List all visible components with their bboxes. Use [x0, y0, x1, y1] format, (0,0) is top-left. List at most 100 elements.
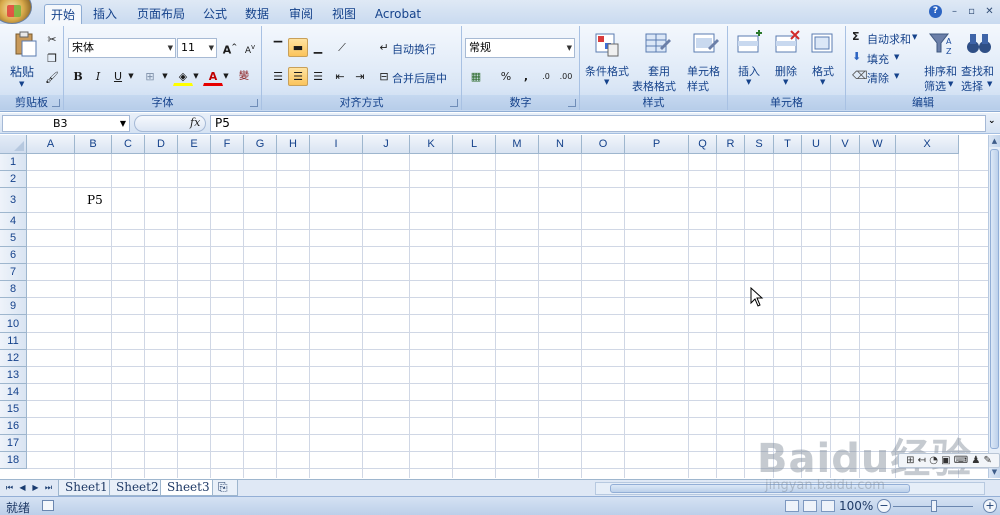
row-header-13[interactable]: 13 — [0, 367, 27, 384]
column-header-r[interactable]: R — [717, 135, 745, 154]
zoom-level[interactable]: 100% — [839, 499, 873, 513]
chevron-down-icon[interactable]: ▼ — [912, 33, 917, 41]
scroll-up-icon[interactable]: ▲ — [989, 135, 1000, 147]
macro-record-icon[interactable] — [42, 500, 54, 511]
column-header-u[interactable]: U — [802, 135, 831, 154]
format-painter-icon[interactable]: 🖌 — [42, 68, 62, 87]
increase-font-icon[interactable]: A^ — [220, 38, 240, 57]
chevron-down-icon[interactable]: ▼ — [783, 78, 788, 86]
sheet-tab-1[interactable]: Sheet1 — [58, 480, 115, 496]
tab-page-layout[interactable]: 页面布局 — [132, 4, 190, 24]
underline-dropdown-icon[interactable]: ▼ — [126, 67, 136, 86]
format-as-table-button-line2[interactable]: 表格格式 — [632, 78, 676, 94]
decrease-font-icon[interactable]: Av — [240, 38, 260, 57]
cell-styles-button-line2[interactable]: 样式 — [687, 78, 709, 94]
fill-color-dropdown-icon[interactable]: ▼ — [191, 67, 201, 86]
align-left-icon[interactable]: ☰ — [268, 67, 288, 86]
column-header-b[interactable]: B — [75, 135, 112, 154]
page-break-view-icon[interactable] — [821, 500, 835, 512]
column-header-s[interactable]: S — [745, 135, 774, 154]
wrap-text-button[interactable]: 自动换行 — [392, 41, 436, 57]
chevron-down-icon[interactable]: ▼ — [820, 78, 825, 86]
row-header-18[interactable]: 18 — [0, 452, 27, 469]
formula-input[interactable]: P5 — [210, 115, 986, 132]
paste-dropdown-icon[interactable]: ▼ — [19, 80, 24, 88]
column-header-h[interactable]: H — [277, 135, 310, 154]
column-header-j[interactable]: J — [363, 135, 410, 154]
restore-icon[interactable]: ▫ — [965, 5, 978, 18]
paste-button[interactable]: 粘贴 — [10, 63, 34, 80]
cell-styles-button-line1[interactable]: 单元格 — [687, 63, 720, 79]
italic-button[interactable]: I — [88, 67, 108, 86]
increase-indent-icon[interactable]: ⇥ — [350, 67, 370, 86]
format-cells-button[interactable]: 格式 — [812, 63, 834, 79]
tab-acrobat[interactable]: Acrobat — [372, 4, 424, 24]
clipboard-launcher-icon[interactable] — [52, 99, 60, 107]
borders-dropdown-icon[interactable]: ▼ — [160, 67, 170, 86]
alignment-launcher-icon[interactable] — [450, 99, 458, 107]
align-right-icon[interactable]: ☰ — [308, 67, 328, 86]
last-sheet-icon[interactable]: ⏭ — [43, 482, 54, 494]
font-name-select[interactable]: 宋体 ▼ — [68, 38, 176, 58]
insert-cells-button[interactable]: 插入 — [738, 63, 760, 79]
font-size-select[interactable]: 11 ▼ — [177, 38, 217, 58]
merge-center-icon[interactable]: ⊟ — [374, 67, 394, 86]
chevron-down-icon[interactable]: ▼ — [604, 78, 609, 86]
chevron-down-icon[interactable]: ▼ — [894, 72, 899, 80]
floating-toolbar[interactable]: ⊞ ↤ ◔ ▣ ⌨ ♟ ✎ — [898, 453, 1000, 468]
delete-cells-button[interactable]: 删除 — [775, 63, 797, 79]
underline-button[interactable]: U — [108, 67, 128, 86]
bold-button[interactable]: B — [68, 67, 88, 86]
row-header-10[interactable]: 10 — [0, 315, 27, 333]
row-header-7[interactable]: 7 — [0, 264, 27, 281]
phonetic-icon[interactable]: 變 — [234, 67, 254, 86]
zoom-in-icon[interactable]: + — [983, 499, 997, 513]
insert-function-icon[interactable]: fx — [190, 116, 200, 129]
sort-filter-button-line1[interactable]: 排序和 — [924, 63, 957, 79]
column-header-o[interactable]: O — [582, 135, 625, 154]
tab-home[interactable]: 开始 — [44, 4, 82, 24]
chevron-down-icon[interactable]: ▼ — [894, 53, 899, 61]
fill-button[interactable]: 填充 — [867, 51, 889, 67]
row-header-2[interactable]: 2 — [0, 171, 27, 188]
autosum-button[interactable]: 自动求和 — [867, 31, 911, 47]
column-header-e[interactable]: E — [178, 135, 211, 154]
comma-button[interactable]: , — [516, 67, 536, 86]
zoom-out-icon[interactable]: − — [877, 499, 891, 513]
vertical-scroll-thumb[interactable] — [990, 149, 999, 449]
align-center-icon[interactable]: ☰ — [288, 67, 308, 86]
decrease-indent-icon[interactable]: ⇤ — [330, 67, 350, 86]
close-icon[interactable]: ✕ — [983, 5, 996, 18]
currency-icon[interactable]: ▦ — [466, 67, 486, 86]
column-header-m[interactable]: M — [496, 135, 539, 154]
page-layout-view-icon[interactable] — [803, 500, 817, 512]
chevron-down-icon[interactable]: ▼ — [948, 80, 953, 88]
row-header-15[interactable]: 15 — [0, 401, 27, 418]
help-icon[interactable]: ? — [929, 5, 942, 18]
prev-sheet-icon[interactable]: ◀ — [17, 482, 28, 494]
decrease-decimal-icon[interactable]: .00 — [556, 67, 576, 86]
column-header-a[interactable]: A — [27, 135, 75, 154]
column-header-l[interactable]: L — [453, 135, 496, 154]
row-header-11[interactable]: 11 — [0, 333, 27, 350]
sheet-tab-3[interactable]: Sheet3 — [160, 480, 217, 496]
insert-sheet-icon[interactable]: ⎘ — [212, 480, 238, 496]
fill-color-icon[interactable]: ◈ — [173, 67, 193, 86]
column-header-c[interactable]: C — [112, 135, 145, 154]
tab-insert[interactable]: 插入 — [88, 4, 122, 24]
copy-icon[interactable]: ❐ — [42, 49, 62, 68]
column-header-f[interactable]: F — [211, 135, 244, 154]
tab-formulas[interactable]: 公式 — [199, 4, 231, 24]
column-header-d[interactable]: D — [145, 135, 178, 154]
tab-view[interactable]: 视图 — [328, 4, 360, 24]
row-header-17[interactable]: 17 — [0, 435, 27, 452]
align-middle-icon[interactable]: ▬ — [288, 38, 308, 57]
column-header-t[interactable]: T — [774, 135, 802, 154]
row-header-6[interactable]: 6 — [0, 247, 27, 264]
font-color-icon[interactable]: A — [203, 67, 223, 86]
cell-b3[interactable]: P5 — [87, 188, 112, 213]
zoom-slider-thumb[interactable] — [931, 500, 937, 512]
column-header-k[interactable]: K — [410, 135, 453, 154]
minimize-icon[interactable]: – — [948, 5, 961, 18]
find-select-button-line2[interactable]: 选择 — [961, 78, 983, 94]
